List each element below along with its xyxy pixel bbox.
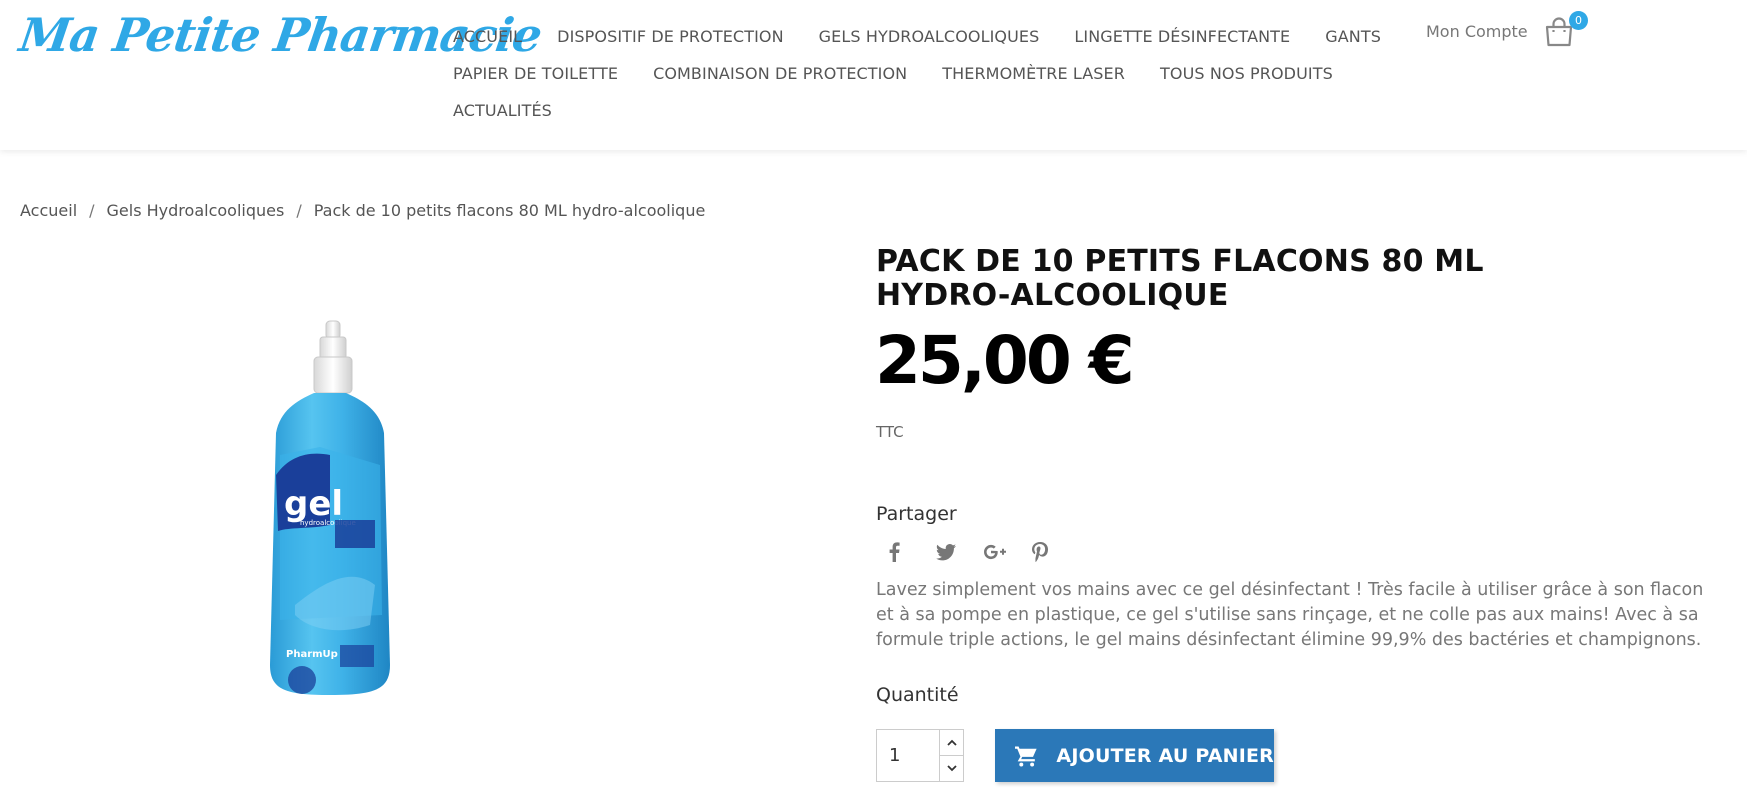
nav-item-tous-nos-produits[interactable]: TOUS NOS PRODUITS: [1160, 64, 1333, 83]
facebook-icon[interactable]: [876, 540, 924, 564]
nav-row: PAPIER DE TOILETTE COMBINAISON DE PROTEC…: [453, 55, 1333, 92]
pinterest-icon[interactable]: [1020, 540, 1068, 564]
nav-item-combinaison-de-protection[interactable]: COMBINAISON DE PROTECTION: [653, 64, 907, 83]
quantity-buttons: [939, 730, 963, 781]
nav-row: ACCUEIL DISPOSITIF DE PROTECTION GELS HY…: [453, 18, 1381, 55]
nav-item-lingette-desinfectante[interactable]: LINGETTE DÉSINFECTANTE: [1074, 27, 1290, 46]
quantity-decrease-button[interactable]: [940, 756, 963, 781]
cart-count-badge: 0: [1569, 11, 1588, 30]
shopping-cart-icon: [1015, 746, 1037, 767]
bottle-brand-text: PharmUp: [286, 649, 338, 660]
twitter-icon[interactable]: [924, 540, 972, 564]
product-image[interactable]: gel hydroalcoolique PharmUp: [240, 315, 420, 710]
nav-item-accueil[interactable]: ACCUEIL: [453, 27, 522, 46]
breadcrumb-separator: /: [89, 201, 95, 220]
gel-bottle-image: gel hydroalcoolique PharmUp: [270, 320, 390, 695]
add-to-cart-label: AJOUTER AU PANIER: [1056, 744, 1274, 767]
nav-item-gants[interactable]: GANTS: [1325, 27, 1381, 46]
nav-item-thermometre-laser[interactable]: THERMOMÈTRE LASER: [942, 64, 1125, 83]
breadcrumb-item-current[interactable]: Pack de 10 petits flacons 80 ML hydro-al…: [314, 201, 706, 220]
add-to-cart-button[interactable]: AJOUTER AU PANIER: [995, 729, 1274, 782]
social-share-icons: [876, 540, 1068, 564]
quantity-input[interactable]: [877, 730, 939, 781]
account-link[interactable]: Mon Compte: [1426, 22, 1528, 41]
nav-item-papier-de-toilette[interactable]: PAPIER DE TOILETTE: [453, 64, 618, 83]
breadcrumb-item-accueil[interactable]: Accueil: [20, 201, 77, 220]
tax-label: TTC: [876, 423, 904, 441]
product-title: PACK DE 10 PETITS FLACONS 80 ML HYDRO-AL…: [876, 244, 1484, 313]
breadcrumb: Accueil / Gels Hydroalcooliques / Pack d…: [20, 201, 705, 220]
breadcrumb-item-gels-hydroalcooliques[interactable]: Gels Hydroalcooliques: [107, 201, 285, 220]
nav-row: ACTUALITÉS: [453, 92, 1333, 129]
site-header: Ma Petite Pharmacie ACCUEIL DISPOSITIF D…: [0, 0, 1747, 150]
nav-item-actualites[interactable]: ACTUALITÉS: [453, 101, 552, 120]
chevron-up-icon: [946, 739, 957, 746]
share-label: Partager: [876, 503, 957, 525]
product-price: 25,00 €: [875, 322, 1135, 399]
quantity-stepper: [876, 729, 964, 782]
nav-item-gels-hydroalcooliques[interactable]: GELS HYDROALCOOLIQUES: [819, 27, 1040, 46]
quantity-increase-button[interactable]: [940, 730, 963, 756]
quantity-label: Quantité: [876, 684, 959, 706]
product-description: Lavez simplement vos mains avec ce gel d…: [876, 580, 1704, 650]
nav-item-dispositif-de-protection[interactable]: DISPOSITIF DE PROTECTION: [557, 27, 783, 46]
main-navigation: ACCUEIL DISPOSITIF DE PROTECTION GELS HY…: [453, 18, 1381, 129]
google-plus-icon[interactable]: [972, 540, 1020, 564]
chevron-down-icon: [946, 765, 957, 772]
breadcrumb-separator: /: [296, 201, 302, 220]
bottle-label-text: gel: [284, 484, 343, 524]
